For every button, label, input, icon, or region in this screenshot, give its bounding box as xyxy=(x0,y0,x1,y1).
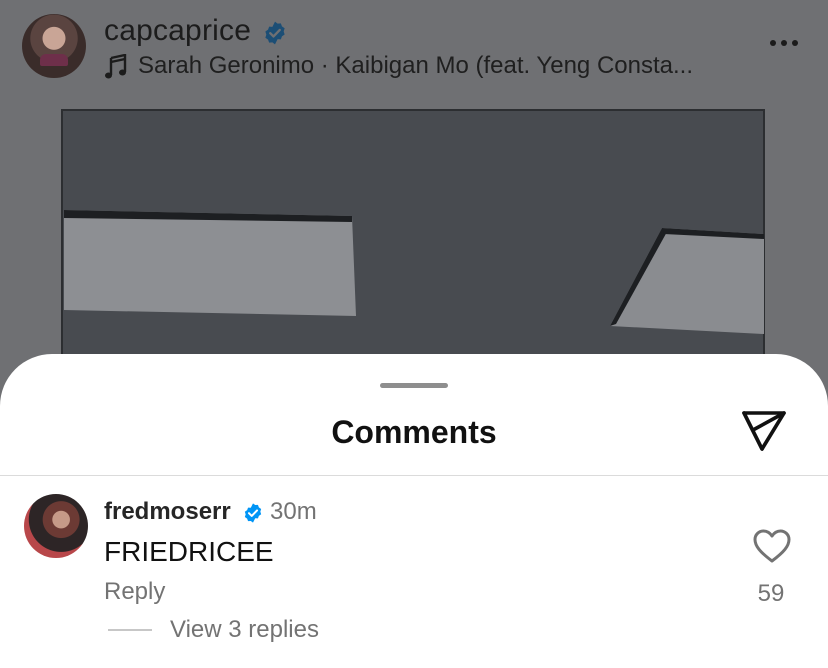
post-header: capcaprice Sarah Geronimo · Kaibigan Mo … xyxy=(0,0,828,98)
replies-divider-line xyxy=(108,629,152,631)
verified-badge-icon xyxy=(265,21,285,45)
post-audio-track[interactable]: Sarah Geronimo · Kaibigan Mo (feat. Yeng… xyxy=(138,52,693,80)
send-icon[interactable] xyxy=(740,408,788,454)
commenter-username[interactable]: fredmoserr xyxy=(104,498,231,526)
post-image[interactable] xyxy=(0,98,828,388)
more-options-icon[interactable] xyxy=(764,28,804,58)
post-author-username[interactable]: capcaprice xyxy=(104,14,251,48)
heart-outline-icon[interactable] xyxy=(752,528,792,564)
comment-timestamp: 30m xyxy=(270,498,317,525)
comment-item: fredmoserr 30m FRIEDRICEE Reply 59 View … xyxy=(0,476,828,668)
comments-sheet: Comments fredmoserr 30m FRIEDRICEE Reply… xyxy=(0,354,828,668)
sheet-drag-handle[interactable] xyxy=(380,383,448,388)
comments-title: Comments xyxy=(331,414,497,450)
view-replies-button[interactable]: View 3 replies xyxy=(170,616,319,644)
commenter-avatar[interactable] xyxy=(24,494,88,558)
like-count: 59 xyxy=(757,580,785,607)
comment-text: FRIEDRICEE xyxy=(104,536,274,567)
reply-button[interactable]: Reply xyxy=(104,578,165,606)
verified-badge-icon xyxy=(244,503,262,523)
music-note-icon xyxy=(105,54,127,79)
post-author-avatar[interactable] xyxy=(22,14,86,78)
